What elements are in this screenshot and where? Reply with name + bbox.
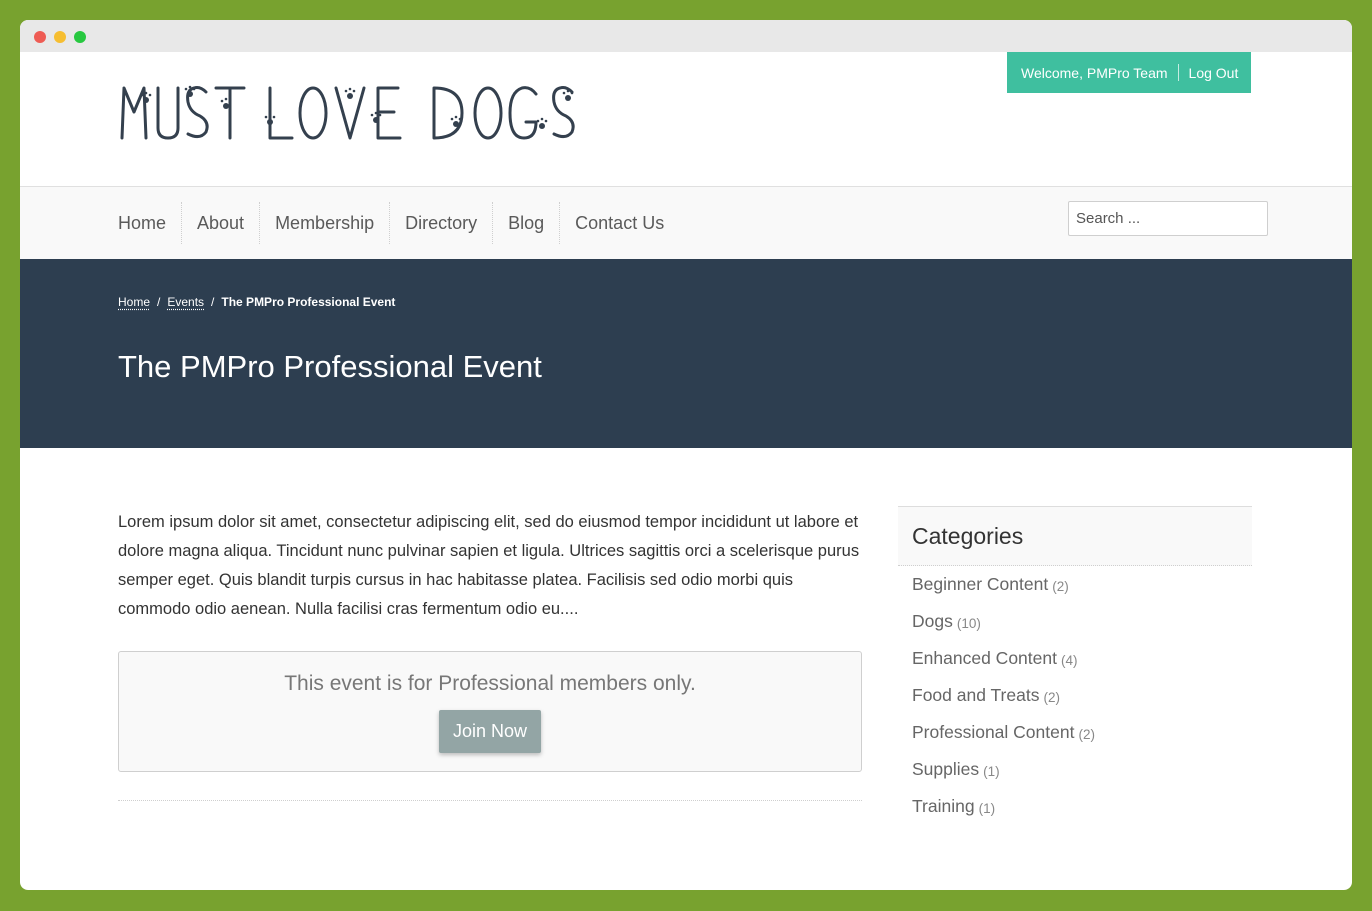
category-name[interactable]: Beginner Content (912, 574, 1048, 595)
browser-window: Welcome, PMPro Team Log Out Home About M… (20, 20, 1352, 890)
site-header: Welcome, PMPro Team Log Out (20, 52, 1352, 187)
page-title: The PMPro Professional Event (118, 349, 542, 384)
close-window-button[interactable] (34, 31, 46, 43)
breadcrumb-separator: / (211, 295, 215, 309)
welcome-divider (1177, 64, 1179, 81)
content-divider (118, 800, 862, 801)
categories-list: Beginner Content (2) Dogs (10) Enhanced Co… (898, 566, 1252, 825)
category-count: (1) (983, 763, 1000, 779)
logout-link[interactable]: Log Out (1189, 65, 1239, 81)
welcome-bar: Welcome, PMPro Team Log Out (1007, 52, 1251, 93)
breadcrumb-events-link[interactable]: Events (167, 295, 204, 309)
welcome-text: Welcome, PMPro Team (1021, 64, 1168, 81)
category-name[interactable]: Food and Treats (912, 685, 1039, 706)
category-item[interactable]: Professional Content (2) (912, 714, 1252, 751)
breadcrumb-current: The PMPro Professional Event (221, 295, 396, 309)
membership-notice-text: This event is for Professional members o… (284, 672, 696, 695)
category-count: (10) (956, 615, 981, 631)
nav-item-blog[interactable]: Blog (492, 202, 559, 244)
main-navigation: Home About Membership Directory Blog Con… (20, 187, 1352, 259)
nav-item-about[interactable]: About (181, 202, 259, 244)
category-item[interactable]: Training (1) (912, 788, 1252, 825)
page-hero: Home / Events / The PMPro Professional E… (20, 259, 1352, 448)
category-name[interactable]: Training (912, 796, 975, 817)
categories-title: Categories (912, 522, 1024, 549)
breadcrumb-separator: / (157, 295, 161, 309)
join-now-button[interactable]: Join Now (438, 710, 542, 753)
category-name[interactable]: Dogs (912, 611, 953, 632)
category-count: (4) (1060, 652, 1078, 668)
zoom-window-button[interactable] (74, 31, 86, 43)
nav-item-directory[interactable]: Directory (389, 202, 492, 244)
category-count: (2) (1078, 726, 1095, 742)
category-count: (2) (1043, 689, 1060, 705)
membership-notice: This event is for Professional members o… (118, 651, 862, 772)
breadcrumb: Home / Events / The PMPro Professional E… (118, 295, 395, 309)
category-item[interactable]: Supplies (1) (912, 751, 1252, 788)
nav-item-home[interactable]: Home (118, 202, 181, 244)
breadcrumb-home-link[interactable]: Home (118, 295, 150, 309)
event-description: Lorem ipsum dolor sit amet, consectetur … (118, 513, 860, 618)
site-logo[interactable] (118, 80, 578, 155)
nav-item-membership[interactable]: Membership (259, 202, 389, 244)
window-titlebar (20, 20, 1352, 52)
category-name[interactable]: Enhanced Content (912, 648, 1057, 669)
category-count: (2) (1052, 578, 1069, 594)
category-item[interactable]: Food and Treats (2) (912, 677, 1252, 714)
category-item[interactable]: Dogs (10) (912, 603, 1252, 640)
category-item[interactable]: Beginner Content (2) (912, 566, 1252, 603)
sidebar: Categories Beginner Content (2) Dogs (10) … (898, 506, 1252, 825)
must-love-dogs-logo-icon (120, 85, 575, 140)
search-input[interactable] (1068, 201, 1268, 236)
categories-widget-header: Categories (898, 506, 1252, 566)
minimize-window-button[interactable] (54, 31, 66, 43)
category-item[interactable]: Enhanced Content (4) (912, 640, 1252, 677)
category-name[interactable]: Professional Content (912, 722, 1074, 743)
nav-item-contact-us[interactable]: Contact Us (559, 202, 679, 244)
category-count: (1) (978, 800, 996, 816)
category-name[interactable]: Supplies (912, 759, 979, 780)
